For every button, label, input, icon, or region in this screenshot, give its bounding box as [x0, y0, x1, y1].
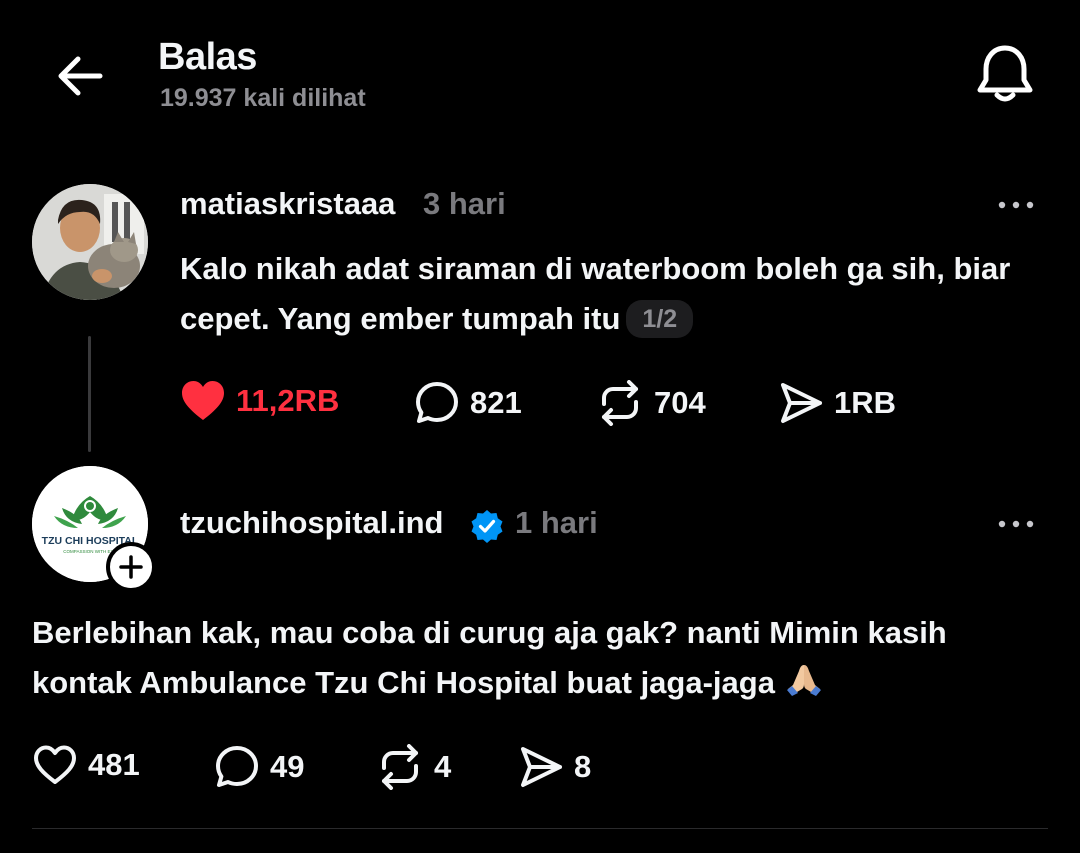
- timestamp: 1 hari: [515, 505, 598, 540]
- reply-count: 49: [270, 749, 305, 784]
- share-count: 1RB: [834, 385, 897, 420]
- comment-bubble-icon: [416, 382, 458, 423]
- plus-icon: [119, 555, 143, 579]
- post-text-content: Kalo nikah adat siraman di waterboom bol…: [180, 251, 1011, 336]
- profile-photo: [32, 184, 148, 300]
- repost-count: 704: [654, 385, 706, 420]
- reply-count: 821: [470, 385, 522, 420]
- folded-hands-emoji: [784, 662, 824, 696]
- like-button[interactable]: 11,2RB: [180, 380, 339, 422]
- repost-icon: [602, 380, 638, 426]
- verified-badge-icon: [470, 509, 504, 543]
- follow-button[interactable]: [106, 542, 156, 592]
- heart-icon: [34, 745, 76, 784]
- like-button[interactable]: 481: [32, 744, 140, 786]
- repost-button[interactable]: 704: [596, 380, 706, 426]
- heart-icon: [182, 381, 224, 420]
- like-count: 481: [88, 747, 140, 782]
- arrow-left-icon: [58, 56, 103, 96]
- share-count: 8: [574, 749, 592, 784]
- repost-icon: [382, 744, 418, 790]
- send-icon: [521, 747, 562, 787]
- more-options-button[interactable]: [996, 509, 1036, 539]
- thread-line: [88, 336, 91, 452]
- back-button[interactable]: [52, 48, 108, 104]
- repost-count: 4: [434, 749, 452, 784]
- translation-pager[interactable]: 1/2: [626, 300, 694, 338]
- reply-button[interactable]: 821: [414, 380, 522, 426]
- more-horizontal-icon: [998, 520, 1034, 528]
- share-button[interactable]: 1RB: [778, 380, 896, 426]
- bell-icon: [977, 45, 1033, 102]
- avatar[interactable]: [32, 184, 148, 300]
- post-text: Berlebihan kak, mau coba di curug aja ga…: [32, 608, 1032, 708]
- more-horizontal-icon: [998, 201, 1034, 209]
- view-count: 19.937 kali dilihat: [160, 84, 366, 112]
- like-count: 11,2RB: [236, 383, 340, 418]
- divider: [32, 828, 1048, 829]
- page-title: Balas: [158, 36, 257, 78]
- reply-button[interactable]: 49: [214, 744, 304, 790]
- timestamp: 3 hari: [423, 186, 506, 221]
- repost-button[interactable]: 4: [376, 744, 451, 790]
- notification-button[interactable]: [972, 40, 1038, 106]
- share-button[interactable]: 8: [518, 744, 591, 790]
- comment-bubble-icon: [216, 746, 258, 787]
- more-options-button[interactable]: [996, 190, 1036, 220]
- send-icon: [781, 383, 822, 423]
- post-text: Kalo nikah adat siraman di waterboom bol…: [180, 244, 1040, 344]
- username[interactable]: tzuchihospital.ind: [180, 505, 444, 541]
- username[interactable]: matiaskristaaa: [180, 186, 395, 222]
